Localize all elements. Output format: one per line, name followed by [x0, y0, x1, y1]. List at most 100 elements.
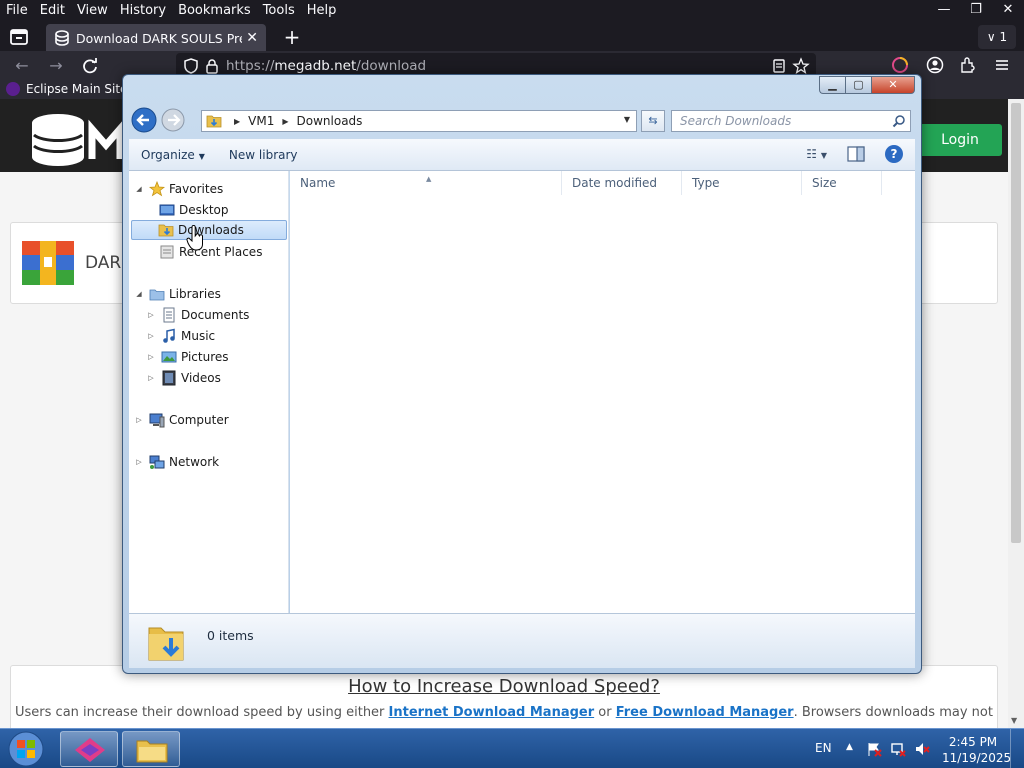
breadcrumb-vm1[interactable]: VM1: [248, 114, 274, 128]
scrollbar-thumb[interactable]: [1011, 103, 1021, 543]
language-indicator[interactable]: EN: [815, 741, 832, 755]
collapsed-arrow-icon[interactable]: ▷: [145, 311, 157, 319]
column-header-name[interactable]: ▲ Name: [290, 171, 562, 195]
nav-libraries[interactable]: ◢ Libraries: [133, 284, 221, 304]
collapsed-arrow-icon[interactable]: ▷: [133, 458, 145, 466]
nav-favorites[interactable]: ◢ Favorites: [133, 179, 223, 199]
clock[interactable]: 2:45 PM 11/19/2025: [942, 734, 1012, 766]
forward-icon[interactable]: →: [44, 54, 68, 78]
login-button[interactable]: Login: [918, 124, 1002, 156]
nav-videos[interactable]: ▷ Videos: [145, 368, 221, 388]
search-input[interactable]: Search Downloads: [671, 110, 911, 132]
nav-documents-label: Documents: [181, 308, 250, 322]
videos-icon: [162, 370, 176, 386]
nav-desktop[interactable]: Desktop: [155, 200, 229, 220]
breadcrumb-downloads[interactable]: Downloads: [297, 114, 363, 128]
info-title: How to Increase Download Speed?: [348, 676, 660, 697]
close-icon[interactable]: ✕: [992, 0, 1024, 21]
menu-view[interactable]: View: [71, 3, 114, 18]
menu-tools[interactable]: Tools: [257, 3, 301, 18]
dialog-maximize-button[interactable]: ▢: [845, 76, 871, 94]
collapsed-arrow-icon[interactable]: ▷: [145, 332, 157, 340]
explorer-folder-icon: [136, 740, 168, 763]
account-icon[interactable]: [926, 56, 944, 74]
dialog-close-button[interactable]: ✕: [871, 76, 915, 94]
reload-icon[interactable]: [78, 54, 102, 78]
network-tray-icon[interactable]: [890, 741, 906, 757]
back-icon[interactable]: ←: [10, 54, 34, 78]
back-forward-buttons[interactable]: [131, 107, 187, 133]
dialog-window-controls: ▁ ▢ ✕: [819, 76, 915, 94]
taskbar-explorer-app[interactable]: [122, 731, 180, 767]
refresh-button[interactable]: ⇆: [641, 110, 665, 132]
column-header-date[interactable]: Date modified: [562, 171, 682, 195]
address-dropdown-icon[interactable]: ▼: [624, 115, 630, 124]
clock-date: 11/19/2025: [942, 751, 1012, 765]
nav-downloads[interactable]: Downloads: [131, 220, 287, 240]
nav-computer[interactable]: ▷ Computer: [133, 410, 229, 430]
details-pane: 0 items: [129, 613, 915, 668]
menu-bookmarks[interactable]: Bookmarks: [172, 3, 257, 18]
menu-help[interactable]: Help: [301, 3, 343, 18]
file-explorer-dialog: ▁ ▢ ✕ ▶ VM1 ▶ Downloads ▼ ⇆ Search Downl…: [122, 74, 922, 674]
change-view-button[interactable]: ☷ ▼: [806, 147, 827, 161]
nav-libraries-label: Libraries: [169, 287, 221, 301]
expand-arrow-icon[interactable]: ◢: [133, 185, 145, 193]
breadcrumb-chevron-icon[interactable]: ▶: [234, 117, 240, 126]
taskbar-browser-app[interactable]: [60, 731, 118, 767]
show-desktop-button[interactable]: [1010, 729, 1024, 768]
collapsed-arrow-icon[interactable]: ▷: [133, 416, 145, 424]
nav-network[interactable]: ▷ Network: [133, 452, 219, 472]
scroll-down-icon[interactable]: ▼: [1011, 716, 1017, 725]
action-center-flag-icon[interactable]: [866, 741, 882, 757]
nav-documents[interactable]: ▷ Documents: [145, 305, 249, 325]
extension-icon[interactable]: [891, 56, 909, 74]
nav-videos-label: Videos: [181, 371, 221, 385]
lock-icon[interactable]: [203, 57, 221, 75]
dialog-minimize-button[interactable]: ▁: [819, 76, 845, 94]
search-placeholder: Search Downloads: [680, 114, 792, 128]
idm-link[interactable]: Internet Download Manager: [389, 705, 595, 720]
nav-music[interactable]: ▷ Music: [145, 326, 215, 346]
reader-view-icon[interactable]: [770, 57, 788, 75]
volume-muted-icon[interactable]: [914, 741, 930, 757]
menu-file[interactable]: File: [0, 3, 34, 18]
nav-pictures[interactable]: ▷ Pictures: [145, 347, 228, 367]
list-all-tabs-button[interactable]: ∨ 1: [978, 25, 1016, 49]
new-tab-button[interactable]: +: [280, 26, 304, 50]
bookmark-eclipse[interactable]: Eclipse Main Site: [26, 82, 127, 96]
new-library-button[interactable]: New library: [217, 148, 310, 162]
sort-ascending-icon: ▲: [426, 175, 432, 183]
column-header-type[interactable]: Type: [682, 171, 802, 195]
shield-icon[interactable]: [182, 57, 200, 75]
page-scrollbar[interactable]: ▼: [1008, 99, 1024, 728]
collapsed-arrow-icon[interactable]: ▷: [145, 374, 157, 382]
breadcrumb-chevron-icon[interactable]: ▶: [282, 117, 288, 126]
start-button-icon[interactable]: [4, 730, 48, 768]
collapsed-arrow-icon[interactable]: ▷: [145, 353, 157, 361]
column-header-size[interactable]: Size: [802, 171, 882, 195]
hand-cursor-icon: [186, 225, 203, 251]
menu-history[interactable]: History: [114, 3, 172, 18]
address-bar[interactable]: ▶ VM1 ▶ Downloads ▼: [201, 110, 637, 132]
show-hidden-icons-icon[interactable]: ▲: [846, 742, 853, 752]
url-scheme: https://: [226, 58, 275, 74]
hamburger-menu-icon[interactable]: [993, 56, 1011, 74]
firefox-view-icon[interactable]: [6, 25, 32, 49]
bookmark-star-icon[interactable]: [792, 57, 810, 75]
extensions-puzzle-icon[interactable]: [959, 56, 977, 74]
expand-arrow-icon[interactable]: ◢: [133, 290, 145, 298]
minimize-icon[interactable]: —: [928, 0, 960, 21]
file-list[interactable]: ▲ Name Date modified Type Size: [290, 171, 915, 613]
menu-edit[interactable]: Edit: [34, 3, 71, 18]
fdm-link[interactable]: Free Download Manager: [616, 705, 794, 720]
taskbar: EN ▲ 2:45 PM 11/19/2025: [0, 728, 1024, 768]
megadb-logo-icon[interactable]: [28, 111, 128, 167]
tab-close-icon[interactable]: ✕: [246, 30, 258, 46]
preview-pane-icon[interactable]: [847, 146, 865, 162]
help-icon[interactable]: ?: [885, 145, 903, 163]
restore-icon[interactable]: ❐: [960, 0, 992, 21]
nav-recent-places[interactable]: Recent Places: [155, 242, 262, 262]
organize-button[interactable]: Organize ▼: [129, 148, 217, 162]
tab-active[interactable]: Download DARK SOULS Prepare ✕: [46, 24, 266, 52]
